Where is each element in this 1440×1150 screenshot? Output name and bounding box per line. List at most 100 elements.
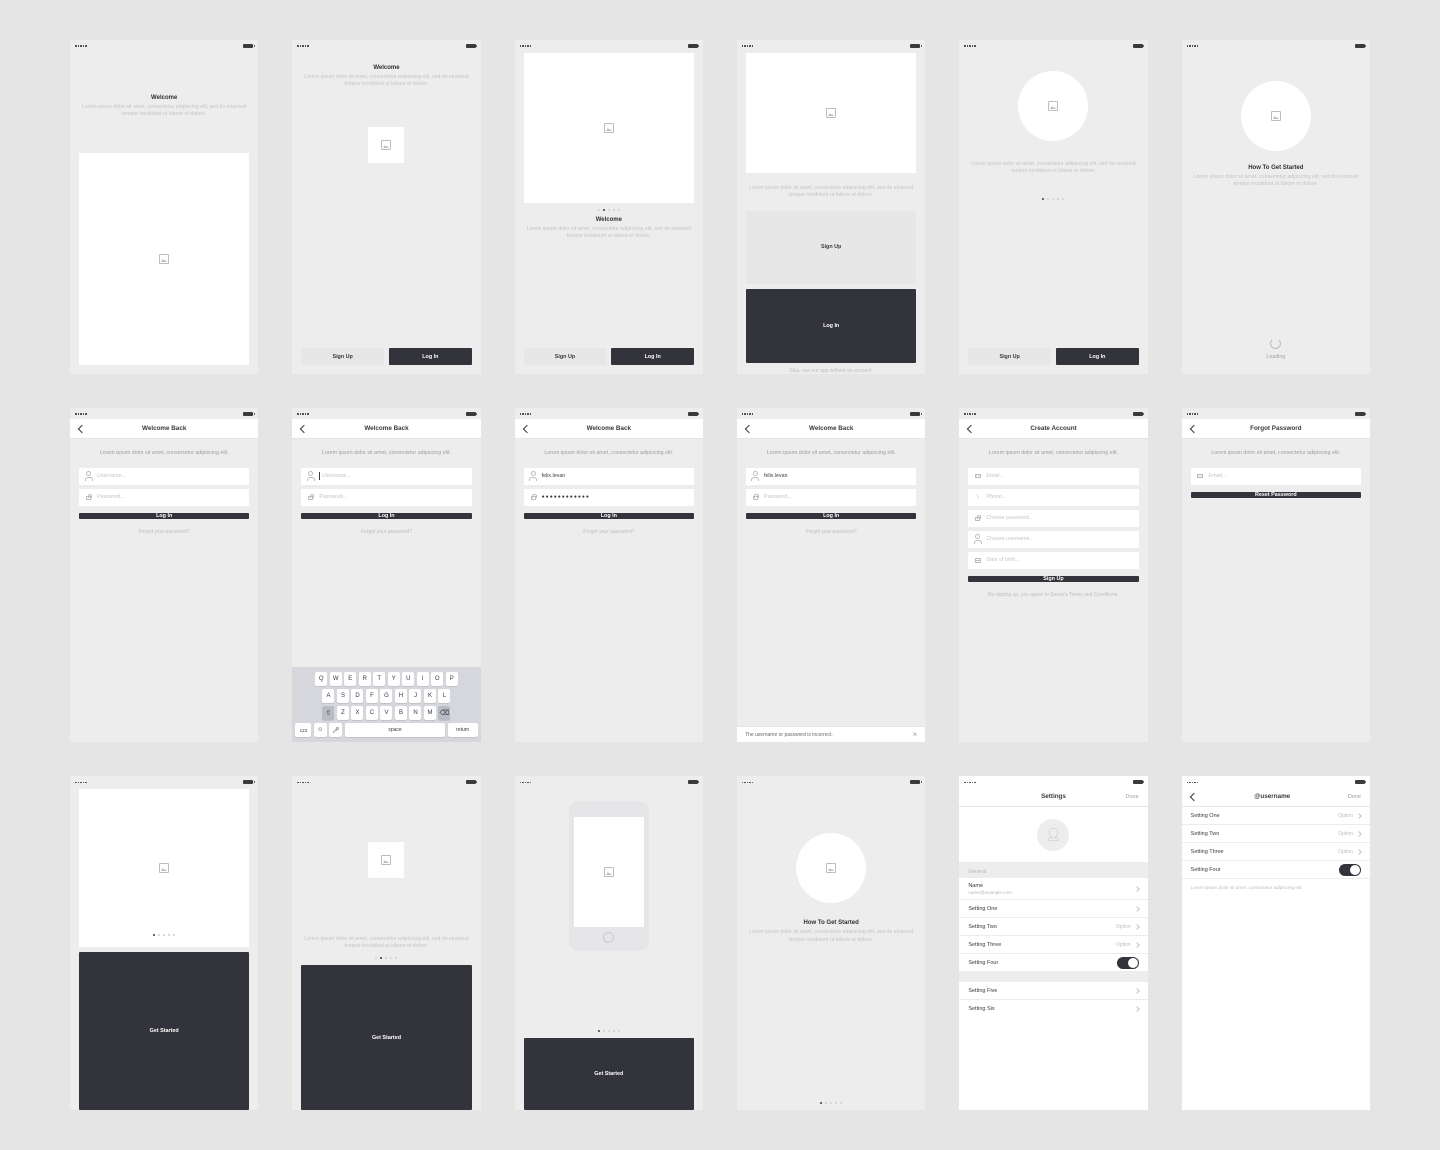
key-m[interactable]: M bbox=[424, 706, 436, 720]
username-input[interactable]: felix.levan bbox=[524, 468, 694, 485]
signup-button[interactable]: Sign Up bbox=[301, 348, 384, 365]
row-setting-two[interactable]: Setting TwoOption bbox=[1182, 825, 1370, 843]
skip-link[interactable]: Skip, use our app without an account. bbox=[737, 368, 925, 374]
login-button[interactable]: Log In bbox=[1056, 348, 1139, 365]
login-button[interactable]: Log In bbox=[301, 513, 471, 519]
key-w[interactable]: W bbox=[330, 672, 342, 686]
key-p[interactable]: P bbox=[446, 672, 458, 686]
row-setting-one[interactable]: Setting One bbox=[959, 900, 1147, 918]
signup-button[interactable]: Sign Up bbox=[968, 348, 1051, 365]
username-input[interactable]: felix.levan bbox=[746, 468, 916, 485]
key-z[interactable]: Z bbox=[337, 706, 349, 720]
key-c[interactable]: C bbox=[366, 706, 378, 720]
key-x[interactable]: X bbox=[351, 706, 363, 720]
key-i[interactable]: I bbox=[417, 672, 429, 686]
return-key[interactable]: return bbox=[448, 723, 478, 737]
row-setting-three[interactable]: Setting ThreeOption bbox=[1182, 843, 1370, 861]
key-a[interactable]: A bbox=[322, 689, 334, 703]
signup-button[interactable]: Sign Up bbox=[746, 211, 916, 285]
key-t[interactable]: T bbox=[373, 672, 385, 686]
mic-key[interactable]: 🎤︎ bbox=[329, 723, 342, 737]
dob-input[interactable]: Date of birth... bbox=[968, 552, 1138, 569]
page-indicator bbox=[79, 934, 249, 936]
row-setting-four[interactable]: Setting Four bbox=[1182, 861, 1370, 879]
forgot-link[interactable]: Forgot your password? bbox=[737, 529, 925, 535]
toggle-switch[interactable] bbox=[1117, 957, 1139, 969]
getstarted-button[interactable]: Get Started bbox=[79, 952, 249, 1110]
key-j[interactable]: J bbox=[409, 689, 421, 703]
section-general: General bbox=[959, 862, 1147, 878]
login-button[interactable]: Log In bbox=[611, 348, 694, 365]
key-g[interactable]: G bbox=[380, 689, 392, 703]
forgot-link[interactable]: Forgot your password? bbox=[70, 529, 258, 535]
login-button[interactable]: Log In bbox=[524, 513, 694, 519]
key-o[interactable]: O bbox=[431, 672, 443, 686]
username-input[interactable]: Choose username... bbox=[968, 531, 1138, 548]
screen-welcome-imgbelow: Welcome Lorem ipsum dolor sit amet, cons… bbox=[70, 40, 258, 374]
header-title: Welcome Back bbox=[307, 425, 465, 432]
row-setting-three[interactable]: Setting ThreeOption bbox=[959, 936, 1147, 954]
shift-key[interactable]: ⇧ bbox=[322, 706, 334, 720]
screen-create-account: Create Account Lorem ipsum dolor sit ame… bbox=[959, 408, 1147, 742]
header-title: Settings bbox=[986, 793, 1120, 800]
login-button[interactable]: Log In bbox=[79, 513, 249, 519]
avatar-icon[interactable]: 👤︎ bbox=[1037, 819, 1069, 851]
row-setting-one[interactable]: Setting OneOption bbox=[1182, 807, 1370, 825]
key-r[interactable]: R bbox=[359, 672, 371, 686]
key-d[interactable]: D bbox=[351, 689, 363, 703]
key-u[interactable]: U bbox=[402, 672, 414, 686]
key-k[interactable]: K bbox=[424, 689, 436, 703]
email-input[interactable]: Email... bbox=[1191, 468, 1361, 485]
signup-button[interactable]: Sign Up bbox=[524, 348, 607, 365]
getstarted-button[interactable]: Get Started bbox=[524, 1038, 694, 1111]
backspace-key[interactable]: ⌫ bbox=[438, 706, 450, 720]
key-q[interactable]: Q bbox=[315, 672, 327, 686]
password-input[interactable]: ●●●●●●●●●●●● bbox=[524, 489, 694, 506]
space-key[interactable]: space bbox=[345, 723, 445, 737]
toggle-switch[interactable] bbox=[1339, 864, 1361, 876]
forgot-link[interactable]: Forgot your password? bbox=[515, 529, 703, 535]
done-button[interactable]: Done bbox=[1348, 794, 1361, 800]
password-input[interactable]: Password... bbox=[301, 489, 471, 506]
key-f[interactable]: F bbox=[366, 689, 378, 703]
login-button[interactable]: Log In bbox=[389, 348, 472, 365]
howto-desc: Lorem ipsum dolor sit amet, consectetur … bbox=[1182, 171, 1370, 189]
reset-button[interactable]: Reset Password bbox=[1191, 492, 1361, 498]
key-s[interactable]: S bbox=[337, 689, 349, 703]
login-button[interactable]: Log In bbox=[746, 513, 916, 519]
signup-button[interactable]: Sign Up bbox=[968, 576, 1138, 582]
chevron-right-icon bbox=[1134, 906, 1140, 912]
screen-onboard-fullimg: Get Started bbox=[70, 776, 258, 1110]
page-indicator bbox=[737, 1102, 925, 1104]
key-b[interactable]: B bbox=[395, 706, 407, 720]
username-input[interactable]: Username... bbox=[301, 468, 471, 485]
phone-input[interactable]: 📞︎Phone... bbox=[968, 489, 1138, 506]
screen-onboard-device: Get Started bbox=[515, 776, 703, 1110]
key-v[interactable]: V bbox=[380, 706, 392, 720]
row-setting-four[interactable]: Setting Four bbox=[959, 954, 1147, 972]
password-input[interactable]: Choose password... bbox=[968, 510, 1138, 527]
forgot-link[interactable]: Forgot your password? bbox=[292, 529, 480, 535]
email-input[interactable]: Email... bbox=[968, 468, 1138, 485]
getstarted-button[interactable]: Get Started bbox=[301, 965, 471, 1111]
key-e[interactable]: E bbox=[344, 672, 356, 686]
key-l[interactable]: L bbox=[438, 689, 450, 703]
row-setting-six[interactable]: Setting Six bbox=[959, 1000, 1147, 1018]
emoji-key[interactable]: ☺ bbox=[314, 723, 327, 737]
row-name[interactable]: Namename@example.com bbox=[959, 878, 1147, 900]
login-button[interactable]: Log In bbox=[746, 289, 916, 363]
close-icon[interactable]: × bbox=[913, 730, 918, 739]
numeric-key[interactable]: 123 bbox=[295, 723, 311, 737]
key-n[interactable]: N bbox=[409, 706, 421, 720]
screen-circle-signup-login: Lorem ipsum dolor sit amet, consectetur … bbox=[959, 40, 1147, 374]
username-input[interactable]: Username... bbox=[79, 468, 249, 485]
keyboard[interactable]: QWERTYUIOP ASDFGHJKL ⇧ZXCVBNM⌫ 123☺🎤︎spa… bbox=[292, 667, 480, 742]
password-input[interactable]: Password... bbox=[79, 489, 249, 506]
row-setting-five[interactable]: Setting Five bbox=[959, 982, 1147, 1000]
screen-loading: How To Get Started Lorem ipsum dolor sit… bbox=[1182, 40, 1370, 374]
key-y[interactable]: Y bbox=[388, 672, 400, 686]
key-h[interactable]: H bbox=[395, 689, 407, 703]
done-button[interactable]: Done bbox=[1121, 794, 1139, 800]
row-setting-two[interactable]: Setting TwoOption bbox=[959, 918, 1147, 936]
password-input[interactable]: Password... bbox=[746, 489, 916, 506]
